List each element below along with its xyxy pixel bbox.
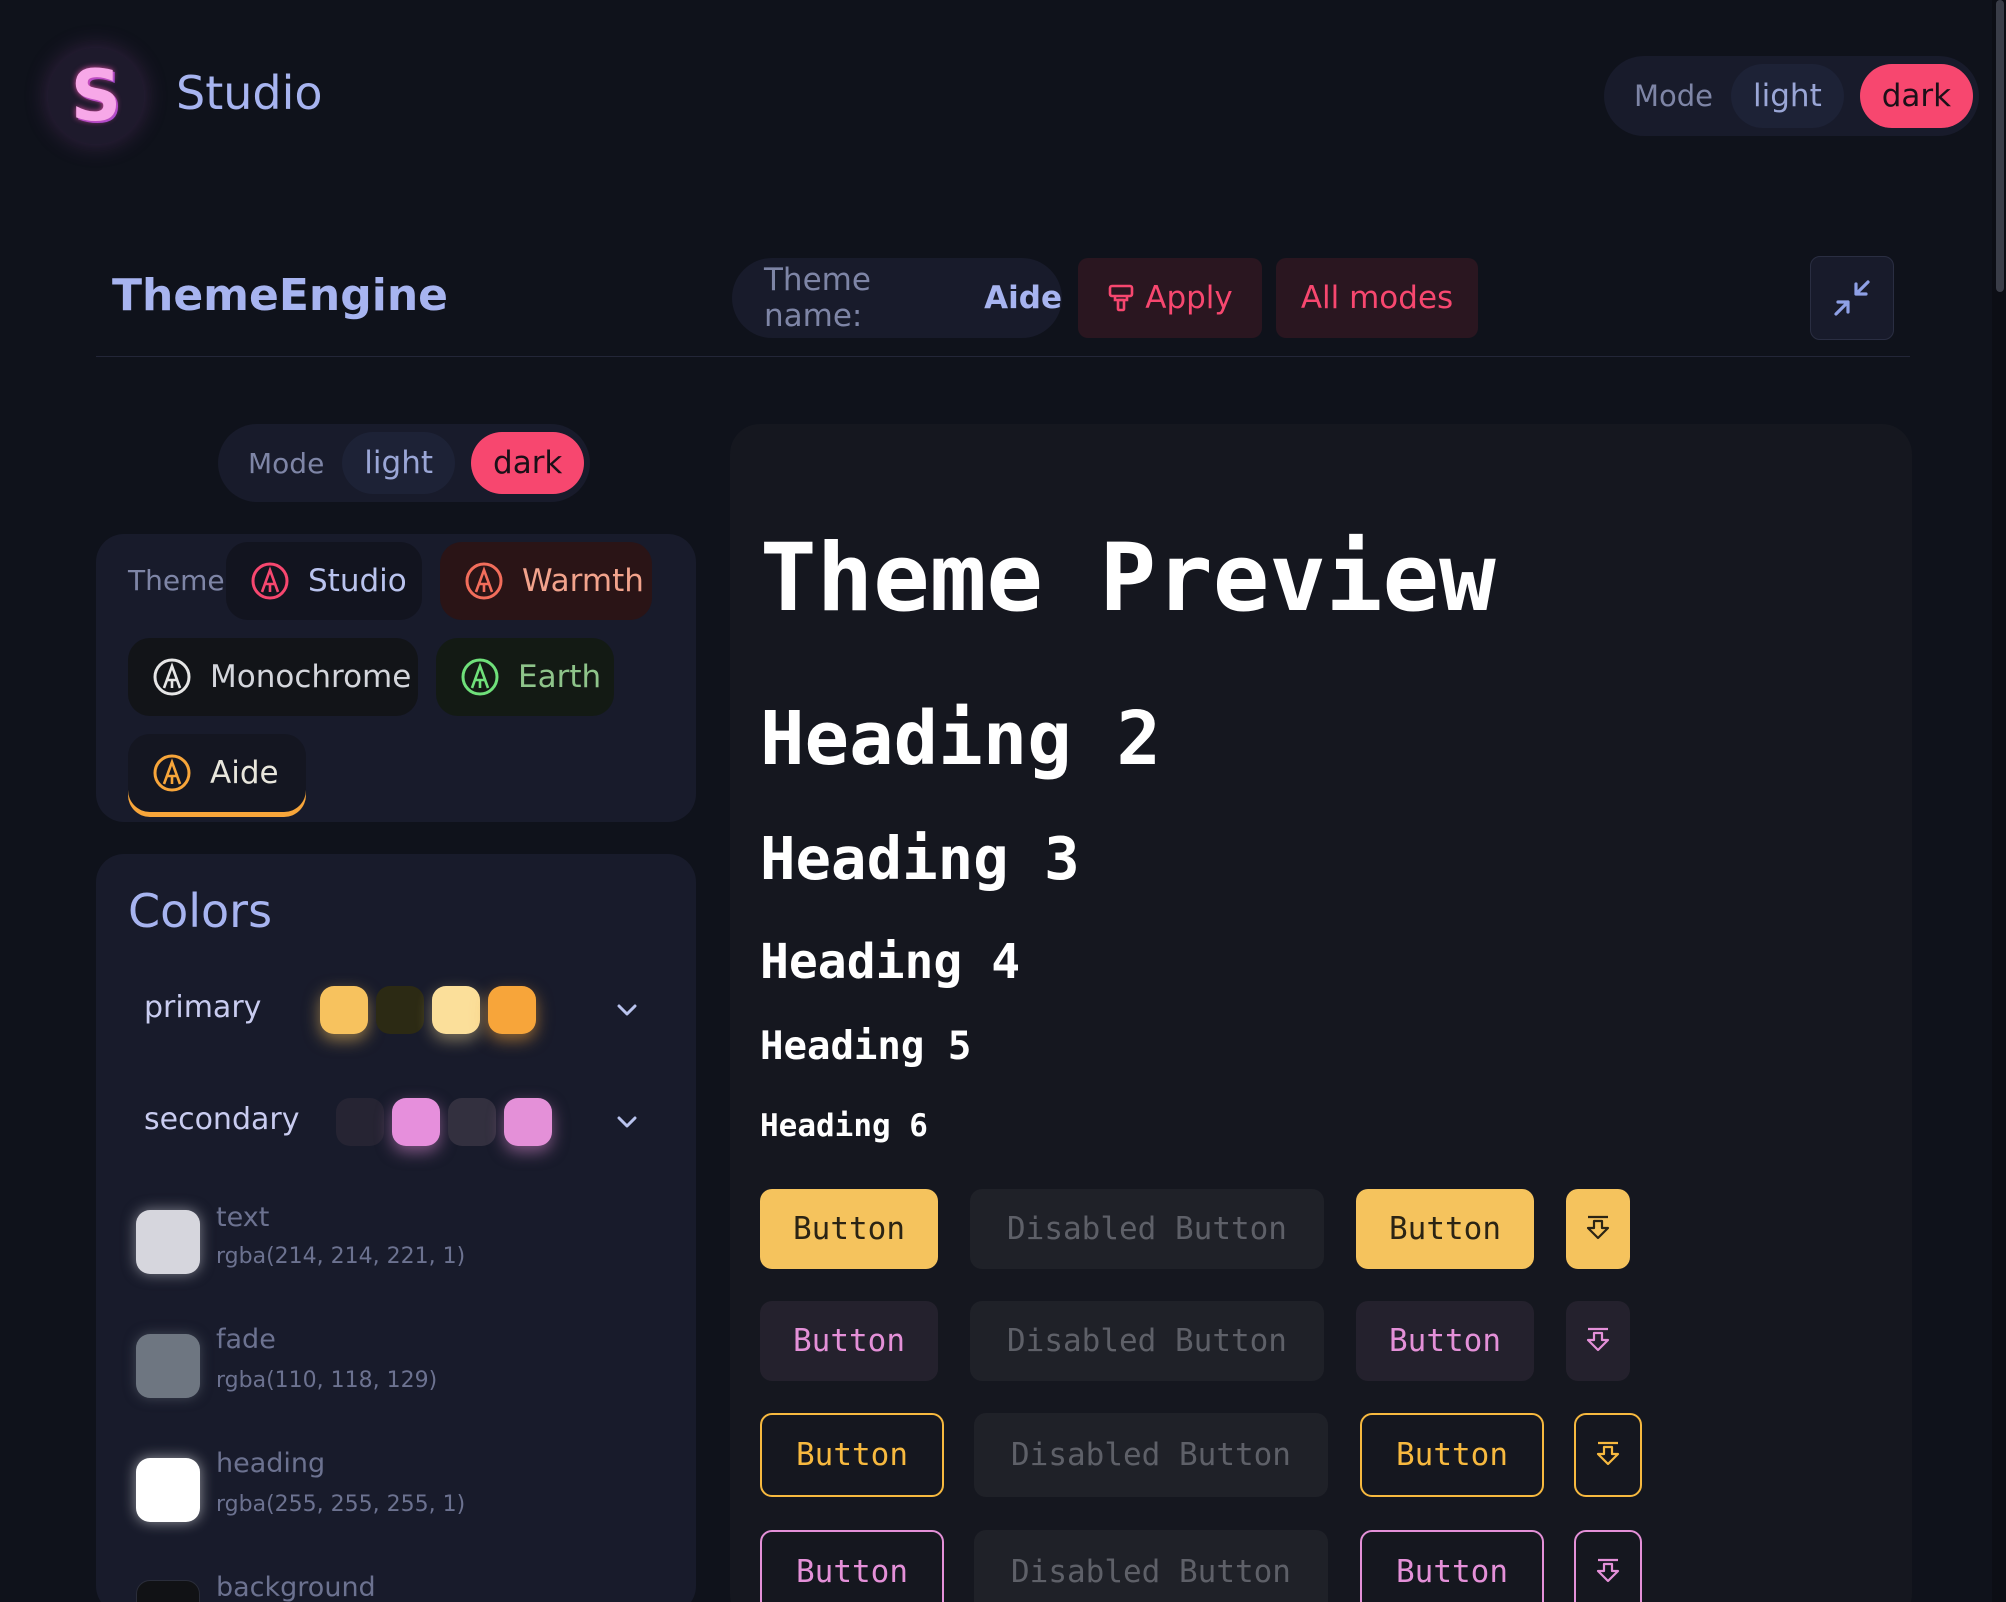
token-swatch-background[interactable] bbox=[136, 1580, 200, 1602]
token-swatch-fade[interactable] bbox=[136, 1334, 200, 1398]
theme-chip-label: Studio bbox=[308, 563, 407, 599]
preview-heading-1: Theme Preview bbox=[760, 524, 1496, 633]
toolbar-divider bbox=[96, 356, 1910, 357]
theme-chip-earth[interactable]: Earth bbox=[436, 638, 614, 716]
collapse-button[interactable] bbox=[1810, 256, 1894, 340]
theme-glyph-icon bbox=[152, 657, 192, 697]
theme-name-field[interactable]: Theme name: Aide bbox=[732, 258, 1062, 338]
token-swatch-heading[interactable] bbox=[136, 1458, 200, 1522]
primary-swatch[interactable] bbox=[488, 986, 536, 1034]
token-value: rgba(110, 118, 129) bbox=[216, 1368, 438, 1393]
download-arrow-icon bbox=[1596, 1558, 1620, 1583]
preview-heading-2: Heading 2 bbox=[760, 696, 1161, 782]
theme-name-value: Aide bbox=[984, 280, 1062, 316]
palette-name-primary: primary bbox=[144, 990, 262, 1025]
primary-button[interactable]: Button bbox=[760, 1189, 938, 1269]
secondary-swatch[interactable] bbox=[336, 1098, 384, 1146]
download-button[interactable] bbox=[1566, 1189, 1630, 1269]
preview-heading-6: Heading 6 bbox=[760, 1108, 928, 1144]
outline-button[interactable]: Button bbox=[760, 1413, 944, 1497]
colors-title: Colors bbox=[128, 884, 273, 938]
download-arrow-icon bbox=[1586, 1215, 1610, 1240]
page-title: ThemeEngine bbox=[112, 270, 448, 321]
theme-chip-label: Monochrome bbox=[210, 659, 412, 695]
palette-name-secondary: secondary bbox=[144, 1102, 300, 1137]
all-modes-label: All modes bbox=[1300, 280, 1454, 316]
side-mode-switch: Mode light dark bbox=[218, 424, 591, 502]
token-value: rgba(214, 214, 221, 1) bbox=[216, 1244, 466, 1269]
primary-swatch[interactable] bbox=[376, 986, 424, 1034]
apply-label: Apply bbox=[1145, 280, 1233, 316]
mode-label: Mode bbox=[1634, 79, 1714, 113]
theme-chip-label: Earth bbox=[518, 659, 602, 695]
apply-button[interactable]: Apply bbox=[1078, 258, 1262, 338]
theme-chip-label: Aide bbox=[210, 755, 279, 791]
mode-dark-option[interactable]: dark bbox=[1859, 64, 1974, 128]
paint-roller-icon bbox=[1108, 284, 1134, 312]
disabled-button: Disabled Button bbox=[974, 1413, 1328, 1497]
theme-chip-monochrome[interactable]: Monochrome bbox=[128, 638, 418, 716]
download-arrow-icon bbox=[1596, 1441, 1620, 1466]
mode-dark-option[interactable]: dark bbox=[471, 432, 585, 494]
preview-heading-4: Heading 4 bbox=[760, 934, 1021, 990]
secondary-button[interactable]: Button bbox=[1356, 1301, 1534, 1381]
top-mode-switch: Mode light dark bbox=[1604, 56, 1980, 136]
download-arrow-icon bbox=[1586, 1327, 1610, 1352]
all-modes-button[interactable]: All modes bbox=[1276, 258, 1478, 338]
theme-preview-panel: Theme Preview Heading 2 Heading 3 Headin… bbox=[730, 424, 1912, 1602]
token-swatch-text[interactable] bbox=[136, 1210, 200, 1274]
download-button[interactable] bbox=[1574, 1530, 1642, 1602]
logo-letter: S bbox=[70, 55, 122, 137]
theme-chip-warmth[interactable]: Warmth bbox=[440, 542, 652, 620]
download-button[interactable] bbox=[1566, 1301, 1630, 1381]
scrollbar-thumb[interactable] bbox=[1996, 0, 2004, 292]
theme-selector: Theme Studio Warmth Monochrome Earth Aid… bbox=[96, 534, 696, 822]
theme-chip-studio[interactable]: Studio bbox=[226, 542, 422, 620]
theme-glyph-icon bbox=[460, 657, 500, 697]
preview-heading-5: Heading 5 bbox=[760, 1024, 972, 1069]
chevron-down-icon[interactable] bbox=[614, 1109, 640, 1135]
primary-button[interactable]: Button bbox=[1356, 1189, 1534, 1269]
secondary-swatch[interactable] bbox=[448, 1098, 496, 1146]
token-name: background bbox=[216, 1572, 376, 1602]
token-name: text bbox=[216, 1202, 270, 1233]
mode-label: Mode bbox=[248, 446, 325, 480]
colors-panel: Colors primary secondary text rgba(214, … bbox=[96, 854, 696, 1602]
disabled-button: Disabled Button bbox=[974, 1530, 1328, 1602]
chevron-down-icon[interactable] bbox=[614, 997, 640, 1023]
outline-secondary-button[interactable]: Button bbox=[1360, 1530, 1544, 1602]
disabled-button: Disabled Button bbox=[970, 1301, 1324, 1381]
token-name: heading bbox=[216, 1448, 326, 1479]
app-logo: S bbox=[48, 48, 144, 144]
primary-swatch[interactable] bbox=[432, 986, 480, 1034]
token-value: rgba(255, 255, 255, 1) bbox=[216, 1492, 466, 1517]
secondary-button[interactable]: Button bbox=[760, 1301, 938, 1381]
secondary-swatch[interactable] bbox=[504, 1098, 552, 1146]
theme-chip-aide[interactable]: Aide bbox=[128, 734, 306, 812]
preview-heading-3: Heading 3 bbox=[760, 824, 1080, 893]
theme-glyph-icon bbox=[464, 561, 504, 601]
secondary-swatch[interactable] bbox=[392, 1098, 440, 1146]
theme-glyph-icon bbox=[152, 753, 192, 793]
outline-button[interactable]: Button bbox=[1360, 1413, 1544, 1497]
theme-name-label: Theme name: bbox=[764, 262, 871, 334]
theme-chip-label: Warmth bbox=[522, 563, 644, 599]
download-button[interactable] bbox=[1574, 1413, 1642, 1497]
disabled-button: Disabled Button bbox=[970, 1189, 1324, 1269]
page-scrollbar[interactable] bbox=[1992, 0, 2006, 1602]
primary-swatch[interactable] bbox=[320, 986, 368, 1034]
app-name: Studio bbox=[176, 66, 323, 120]
mode-light-option[interactable]: light bbox=[1731, 64, 1844, 128]
collapse-arrows-icon bbox=[1834, 280, 1870, 316]
outline-secondary-button[interactable]: Button bbox=[760, 1530, 944, 1602]
theme-glyph-icon bbox=[250, 561, 290, 601]
token-name: fade bbox=[216, 1324, 276, 1355]
mode-light-option[interactable]: light bbox=[342, 432, 456, 494]
theme-label: Theme bbox=[128, 564, 225, 597]
